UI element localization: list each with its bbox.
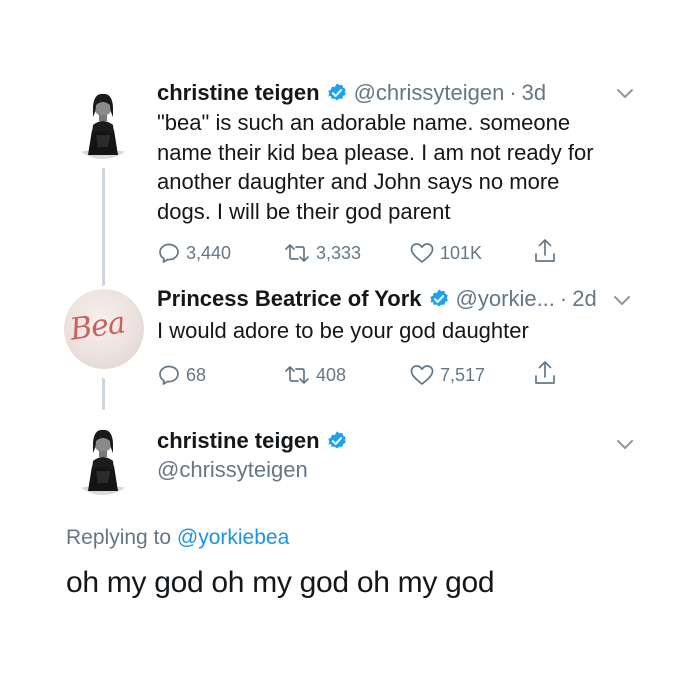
tweet2-retweet-button[interactable]: 408: [283, 362, 346, 388]
tweet1-text-line: name their kid bea please. I am not read…: [157, 139, 594, 165]
avatar-princess-beatrice[interactable]: Bea: [64, 289, 144, 369]
tweet3-display-name[interactable]: christine teigen: [157, 428, 320, 454]
replying-to-mention[interactable]: @yorkiebea: [177, 526, 289, 549]
tweet2-like-button[interactable]: 7,517: [409, 362, 485, 388]
tweet1-header: christine teigen @chrissyteigen · 3d: [157, 78, 546, 108]
replying-to-prefix: Replying to: [66, 526, 172, 549]
tweet1-separator-dot: ·: [509, 80, 517, 105]
tweet2-retweet-count: 408: [316, 364, 347, 385]
tweet2-reply-count: 68: [186, 364, 207, 385]
retweet-icon: [285, 244, 309, 262]
like-icon: [410, 365, 434, 385]
avatar-chrissy-teigen[interactable]: [66, 85, 140, 159]
reply-icon: [159, 243, 179, 263]
retweet-icon: [285, 366, 309, 384]
verified-badge-icon: [327, 83, 346, 101]
tweet2-display-name[interactable]: Princess Beatrice of York: [157, 286, 422, 312]
tweet2-separator-dot: ·: [559, 286, 568, 311]
tweet1-retweet-count: 3,333: [316, 242, 362, 263]
like-icon: [410, 243, 434, 263]
replying-to-label: Replying to @yorkiebea: [66, 526, 289, 550]
tweet1-handle[interactable]: @chrissyteigen: [354, 80, 505, 106]
tweet1-text-line: dogs. I will be their god parent: [157, 198, 451, 224]
chevron-down-icon[interactable]: [615, 87, 635, 101]
tweet3-text: oh my god oh my god oh my god: [66, 566, 495, 599]
share-icon: [535, 239, 555, 262]
tweet1-reply-button[interactable]: 3,440: [157, 240, 231, 266]
tweet3-handle[interactable]: @chrissyteigen: [157, 457, 308, 483]
avatar-chrissy-teigen[interactable]: [66, 421, 140, 495]
tweet2-text-line: I would adore to be your god daughter: [157, 318, 529, 343]
chevron-down-icon[interactable]: [612, 294, 632, 308]
tweet2-like-count: 7,517: [440, 364, 486, 385]
tweet1-share-button[interactable]: [533, 238, 562, 264]
tweet1-like-button[interactable]: 101K: [409, 240, 482, 266]
chevron-down-icon[interactable]: [615, 438, 635, 452]
tweet2-text: I would adore to be your god daughter: [157, 316, 529, 346]
tweet1-retweet-button[interactable]: 3,333: [283, 240, 361, 266]
verified-badge-icon: [327, 431, 346, 449]
tweet1-like-count: 101K: [440, 242, 483, 263]
tweet1-text-line: another daughter and John says no more: [157, 169, 560, 194]
reply-icon: [159, 365, 179, 385]
tweet1-text: "bea" is such an adorable name. someone …: [157, 108, 594, 226]
tweet2-share-button[interactable]: [533, 360, 562, 386]
tweet1-timestamp[interactable]: 3d: [522, 80, 546, 106]
share-icon: [535, 361, 555, 384]
tweet2-header: Princess Beatrice of York @yorkie... · 2…: [157, 284, 597, 314]
thread-connector-line: [102, 168, 105, 286]
tweet2-timestamp[interactable]: 2d: [572, 286, 596, 312]
tweet1-display-name[interactable]: christine teigen: [157, 80, 320, 106]
tweet2-handle[interactable]: @yorkie...: [456, 286, 555, 312]
verified-badge-icon: [429, 289, 448, 307]
tweet1-text-line: "bea" is such an adorable name. someone: [157, 110, 571, 135]
avatar-embroidered-script: Bea: [67, 305, 127, 348]
tweet2-reply-button[interactable]: 68: [157, 362, 206, 388]
thread-connector-line: [102, 378, 105, 410]
tweet3-header: christine teigen: [157, 426, 354, 456]
tweet3-handle-row: @chrissyteigen: [157, 455, 308, 485]
tweet1-reply-count: 3,440: [186, 242, 232, 263]
